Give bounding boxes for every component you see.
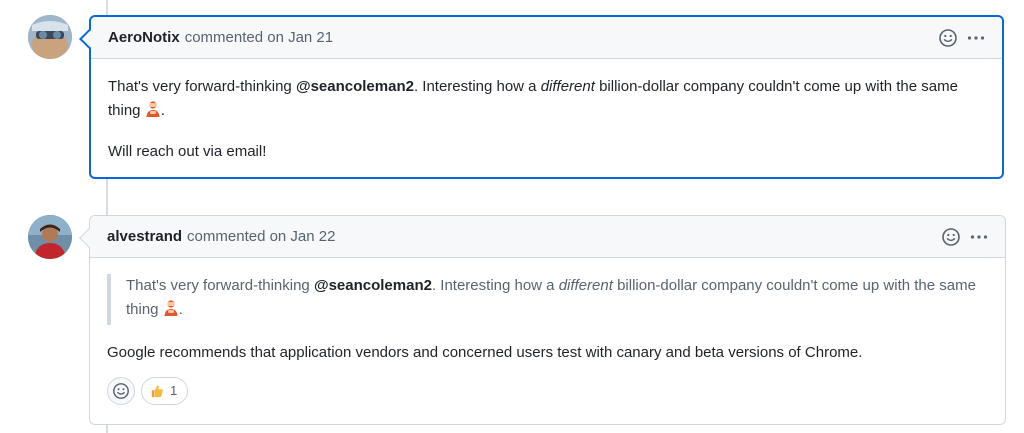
smiley-icon xyxy=(113,383,129,399)
comment-paragraph: Google recommends that application vendo… xyxy=(107,344,863,361)
user-mention[interactable]: @seancoleman2 xyxy=(296,78,414,95)
comment-author[interactable]: AeroNotix xyxy=(108,29,180,46)
add-reaction-icon[interactable] xyxy=(941,227,961,247)
user-mention[interactable]: @seancoleman2 xyxy=(314,277,432,294)
comment-header: alvestrand commented on Jan 22 xyxy=(90,216,1005,258)
comment-header: AeroNotix commented on Jan 21 xyxy=(91,17,1002,59)
comment-author[interactable]: alvestrand xyxy=(107,228,182,245)
comment-body: That's very forward-thinking @seancolema… xyxy=(91,59,1002,194)
comment-card: alvestrand commented on Jan 22 That's ve… xyxy=(79,215,1006,425)
comment-card: AeroNotix commented on Jan 21 That's ver… xyxy=(79,15,1004,179)
avatar[interactable] xyxy=(28,15,72,59)
comment-paragraph: Will reach out via email! xyxy=(108,143,267,160)
more-options-icon[interactable] xyxy=(969,227,989,247)
add-reaction-button[interactable] xyxy=(107,377,135,405)
comment-body: That's very forward-thinking @seancolema… xyxy=(90,258,1005,421)
person-emoji-icon xyxy=(145,100,161,126)
more-options-icon[interactable] xyxy=(966,28,986,48)
reaction-thumbs-up-button[interactable]: 1 xyxy=(141,377,189,405)
comment-paragraph: That's very forward-thinking @seancolema… xyxy=(108,75,985,126)
comment-timestamp[interactable]: commented on Jan 22 xyxy=(187,228,335,245)
comment-timestamp[interactable]: commented on Jan 21 xyxy=(185,29,333,46)
reaction-count: 1 xyxy=(170,383,178,398)
reactions-bar: 1 xyxy=(107,377,988,405)
avatar[interactable] xyxy=(28,215,72,259)
blockquote: That's very forward-thinking @seancolema… xyxy=(107,274,988,325)
thumbs-up-icon xyxy=(151,385,163,398)
add-reaction-icon[interactable] xyxy=(938,28,958,48)
person-emoji-icon xyxy=(163,299,179,325)
